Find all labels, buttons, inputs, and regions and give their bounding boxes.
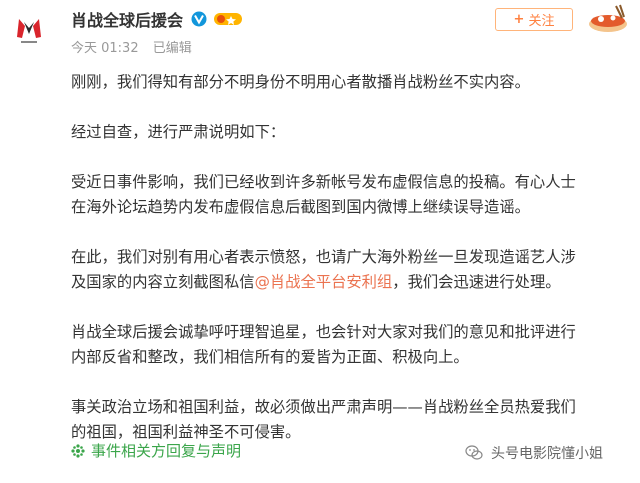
link-icon — [71, 444, 85, 458]
paragraph-4-text-pre: 及国家的内容立刻截图私信 — [71, 273, 255, 291]
username[interactable]: 肖战全球后援会 — [71, 7, 183, 31]
paragraph-1: 刚刚，我们得知有部分不明身份不明用心者散播肖战粉丝不实内容。 — [71, 73, 530, 91]
watermark-text: 头号电影院懂小姐 — [491, 446, 603, 462]
watermark: 头号电影院懂小姐 — [465, 443, 603, 463]
post-header: 肖战全球后援会 — [71, 8, 243, 30]
post-meta: 今天 01:32 已编辑 — [71, 37, 192, 56]
weibo-post: 肖战全球后援会 今天 01:32 已编辑 + 关注 刚刚，我们得知有部分不明身份… — [0, 0, 640, 483]
fan-badge-icon — [214, 13, 243, 25]
paragraph-3-line-1: 受近日事件影响，我们已经收到许多新帐号发布虚假信息的投稿。有心人士 — [71, 173, 576, 191]
paragraph-4-line-1: 在此，我们对别有用心者表示愤怒，也请广大海外粉丝一旦发现造谣艺人涉 — [71, 248, 576, 266]
paragraph-6-line-1: 事关政治立场和祖国利益，故必须做出严肃声明——肖战粉丝全员热爱我们 — [71, 398, 576, 416]
paragraph-2: 经过自查，进行严肃说明如下： — [71, 123, 286, 141]
verified-icon — [191, 11, 207, 27]
plus-icon: + — [513, 12, 525, 27]
related-link[interactable]: 事件相关方回复与声明 — [71, 440, 241, 462]
follow-button-label: 关注 — [528, 14, 555, 29]
edited-label[interactable]: 已编辑 — [153, 41, 192, 56]
avatar[interactable] — [12, 14, 46, 48]
wechat-icon — [465, 445, 483, 460]
post-content: 刚刚，我们得知有部分不明身份不明用心者散播肖战粉丝不实内容。 经过自查，进行严肃… — [71, 70, 637, 445]
post-time[interactable]: 今天 01:32 — [71, 41, 139, 56]
paragraph-3-line-2: 在海外论坛趋势内发布虚假信息后截图到国内微博上继续误导造谣。 — [71, 198, 530, 216]
follow-button[interactable]: + 关注 — [495, 8, 573, 31]
paragraph-5-line-1: 肖战全球后援会诚挚呼吁理智追星，也会针对大家对我们的意见和批评进行 — [71, 323, 576, 341]
logo-icon — [17, 19, 41, 43]
paragraph-4-text-post: ，我们会迅速进行处理。 — [392, 273, 561, 291]
paragraph-5-line-2: 内部反省和整改，我们相信所有的爱皆为正面、积极向上。 — [71, 348, 469, 366]
related-link-text: 事件相关方回复与声明 — [91, 442, 242, 460]
paragraph-4-line-2: 及国家的内容立刻截图私信@肖战全平台安利组，我们会迅速进行处理。 — [71, 270, 637, 295]
mention-link[interactable]: @肖战全平台安利组 — [255, 273, 393, 291]
hotpot-icon[interactable] — [586, 4, 630, 34]
